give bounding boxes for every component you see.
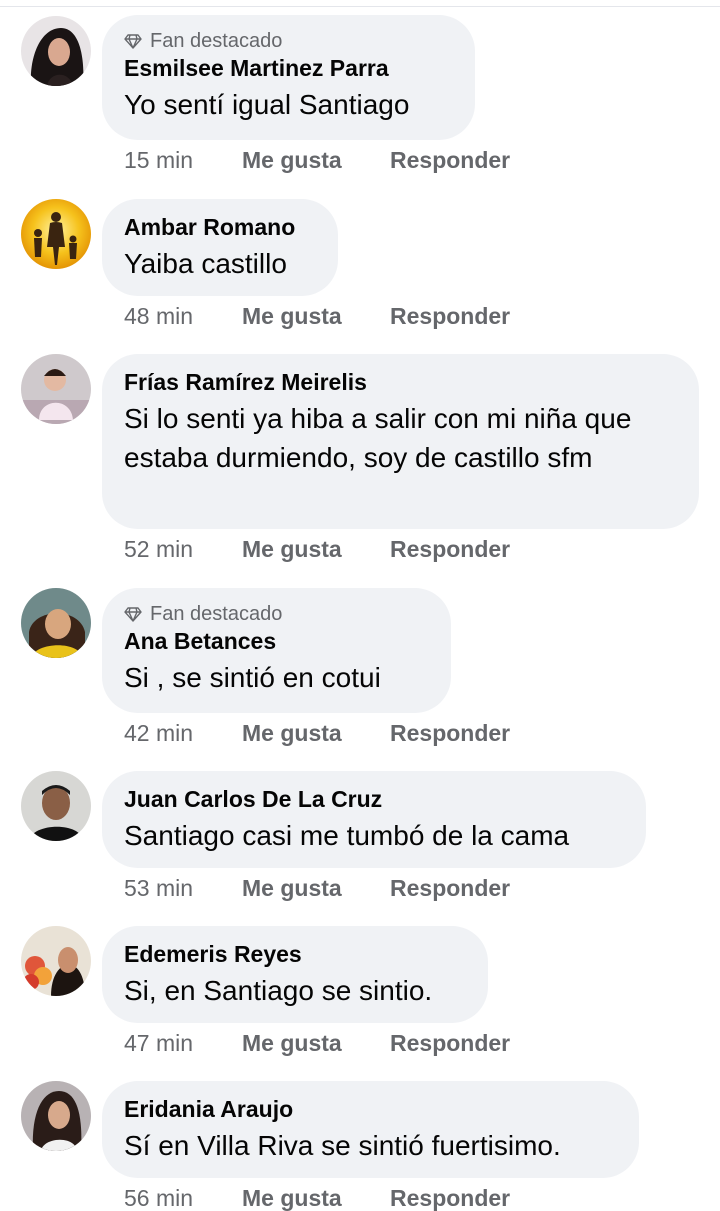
reply-button[interactable]: Responder [390, 534, 510, 564]
comment-time[interactable]: 42 min [124, 718, 242, 748]
comment-text: Si , se sintió en cotui [124, 662, 381, 693]
reply-button[interactable]: Responder [390, 873, 510, 903]
like-button[interactable]: Me gusta [242, 534, 390, 564]
avatar[interactable] [21, 926, 91, 996]
avatar[interactable] [21, 16, 91, 86]
top-fan-badge: Fan destacado [124, 602, 429, 626]
diamond-icon [124, 607, 142, 622]
comment-bubble: Edemeris Reyes Si, en Santiago se sintio… [102, 926, 488, 1023]
comment-bubble: Ambar Romano Yaiba castillo [102, 199, 338, 296]
comment-time[interactable]: 53 min [124, 873, 242, 903]
comment-bubble: Frías Ramírez Meirelis Si lo senti ya hi… [102, 354, 699, 529]
comment-author[interactable]: Ana Betances [124, 627, 429, 656]
comment-actions: 56 min Me gusta Responder [124, 1183, 510, 1211]
comment-text: Yaiba castillo [124, 248, 287, 279]
comment-author[interactable]: Juan Carlos De La Cruz [124, 785, 624, 814]
avatar[interactable] [21, 1081, 91, 1151]
top-fan-badge: Fan destacado [124, 29, 453, 53]
reply-button[interactable]: Responder [390, 718, 510, 748]
comment-text: Si lo senti ya hiba a salir con mi niña … [124, 403, 632, 473]
comment-time[interactable]: 47 min [124, 1028, 242, 1058]
badge-label: Fan destacado [150, 603, 283, 625]
comment-text: Sí en Villa Riva se sintió fuertisimo. [124, 1130, 561, 1161]
comment-actions: 52 min Me gusta Responder [124, 534, 510, 564]
reply-button[interactable]: Responder [390, 1028, 510, 1058]
comment-actions: 15 min Me gusta Responder [124, 145, 510, 175]
reply-button[interactable]: Responder [390, 145, 510, 175]
comment-bubble: Fan destacado Esmilsee Martinez Parra Yo… [102, 15, 475, 140]
comment-actions: 48 min Me gusta Responder [124, 301, 510, 331]
comment-bubble: Juan Carlos De La Cruz Santiago casi me … [102, 771, 646, 868]
like-button[interactable]: Me gusta [242, 873, 390, 903]
comment-author[interactable]: Frías Ramírez Meirelis [124, 368, 677, 397]
comment-time[interactable]: 56 min [124, 1183, 242, 1211]
like-button[interactable]: Me gusta [242, 718, 390, 748]
avatar[interactable] [21, 771, 91, 841]
comment-time[interactable]: 15 min [124, 145, 242, 175]
like-button[interactable]: Me gusta [242, 301, 390, 331]
comment-bubble: Eridania Araujo Sí en Villa Riva se sint… [102, 1081, 639, 1178]
comment-actions: 53 min Me gusta Responder [124, 873, 510, 903]
badge-label: Fan destacado [150, 30, 283, 52]
comment-text: Si, en Santiago se sintio. [124, 975, 433, 1006]
comment-text: Yo sentí igual Santiago [124, 89, 410, 120]
avatar[interactable] [21, 588, 91, 658]
comment-author[interactable]: Esmilsee Martinez Parra [124, 54, 453, 83]
comment-time[interactable]: 52 min [124, 534, 242, 564]
comment-actions: 47 min Me gusta Responder [124, 1028, 510, 1058]
comment-author[interactable]: Eridania Araujo [124, 1095, 617, 1124]
comment-author[interactable]: Edemeris Reyes [124, 940, 466, 969]
like-button[interactable]: Me gusta [242, 1183, 390, 1211]
avatar[interactable] [21, 354, 91, 424]
reply-button[interactable]: Responder [390, 1183, 510, 1211]
comment-author[interactable]: Ambar Romano [124, 213, 316, 242]
comment-bubble: Fan destacado Ana Betances Si , se sinti… [102, 588, 451, 713]
reply-button[interactable]: Responder [390, 301, 510, 331]
avatar[interactable] [21, 199, 91, 269]
comment-time[interactable]: 48 min [124, 301, 242, 331]
comments-list: Fan destacado Esmilsee Martinez Parra Yo… [0, 0, 720, 1211]
comment-text: Santiago casi me tumbó de la cama [124, 820, 570, 851]
diamond-icon [124, 34, 142, 49]
comment-actions: 42 min Me gusta Responder [124, 718, 510, 748]
like-button[interactable]: Me gusta [242, 145, 390, 175]
like-button[interactable]: Me gusta [242, 1028, 390, 1058]
